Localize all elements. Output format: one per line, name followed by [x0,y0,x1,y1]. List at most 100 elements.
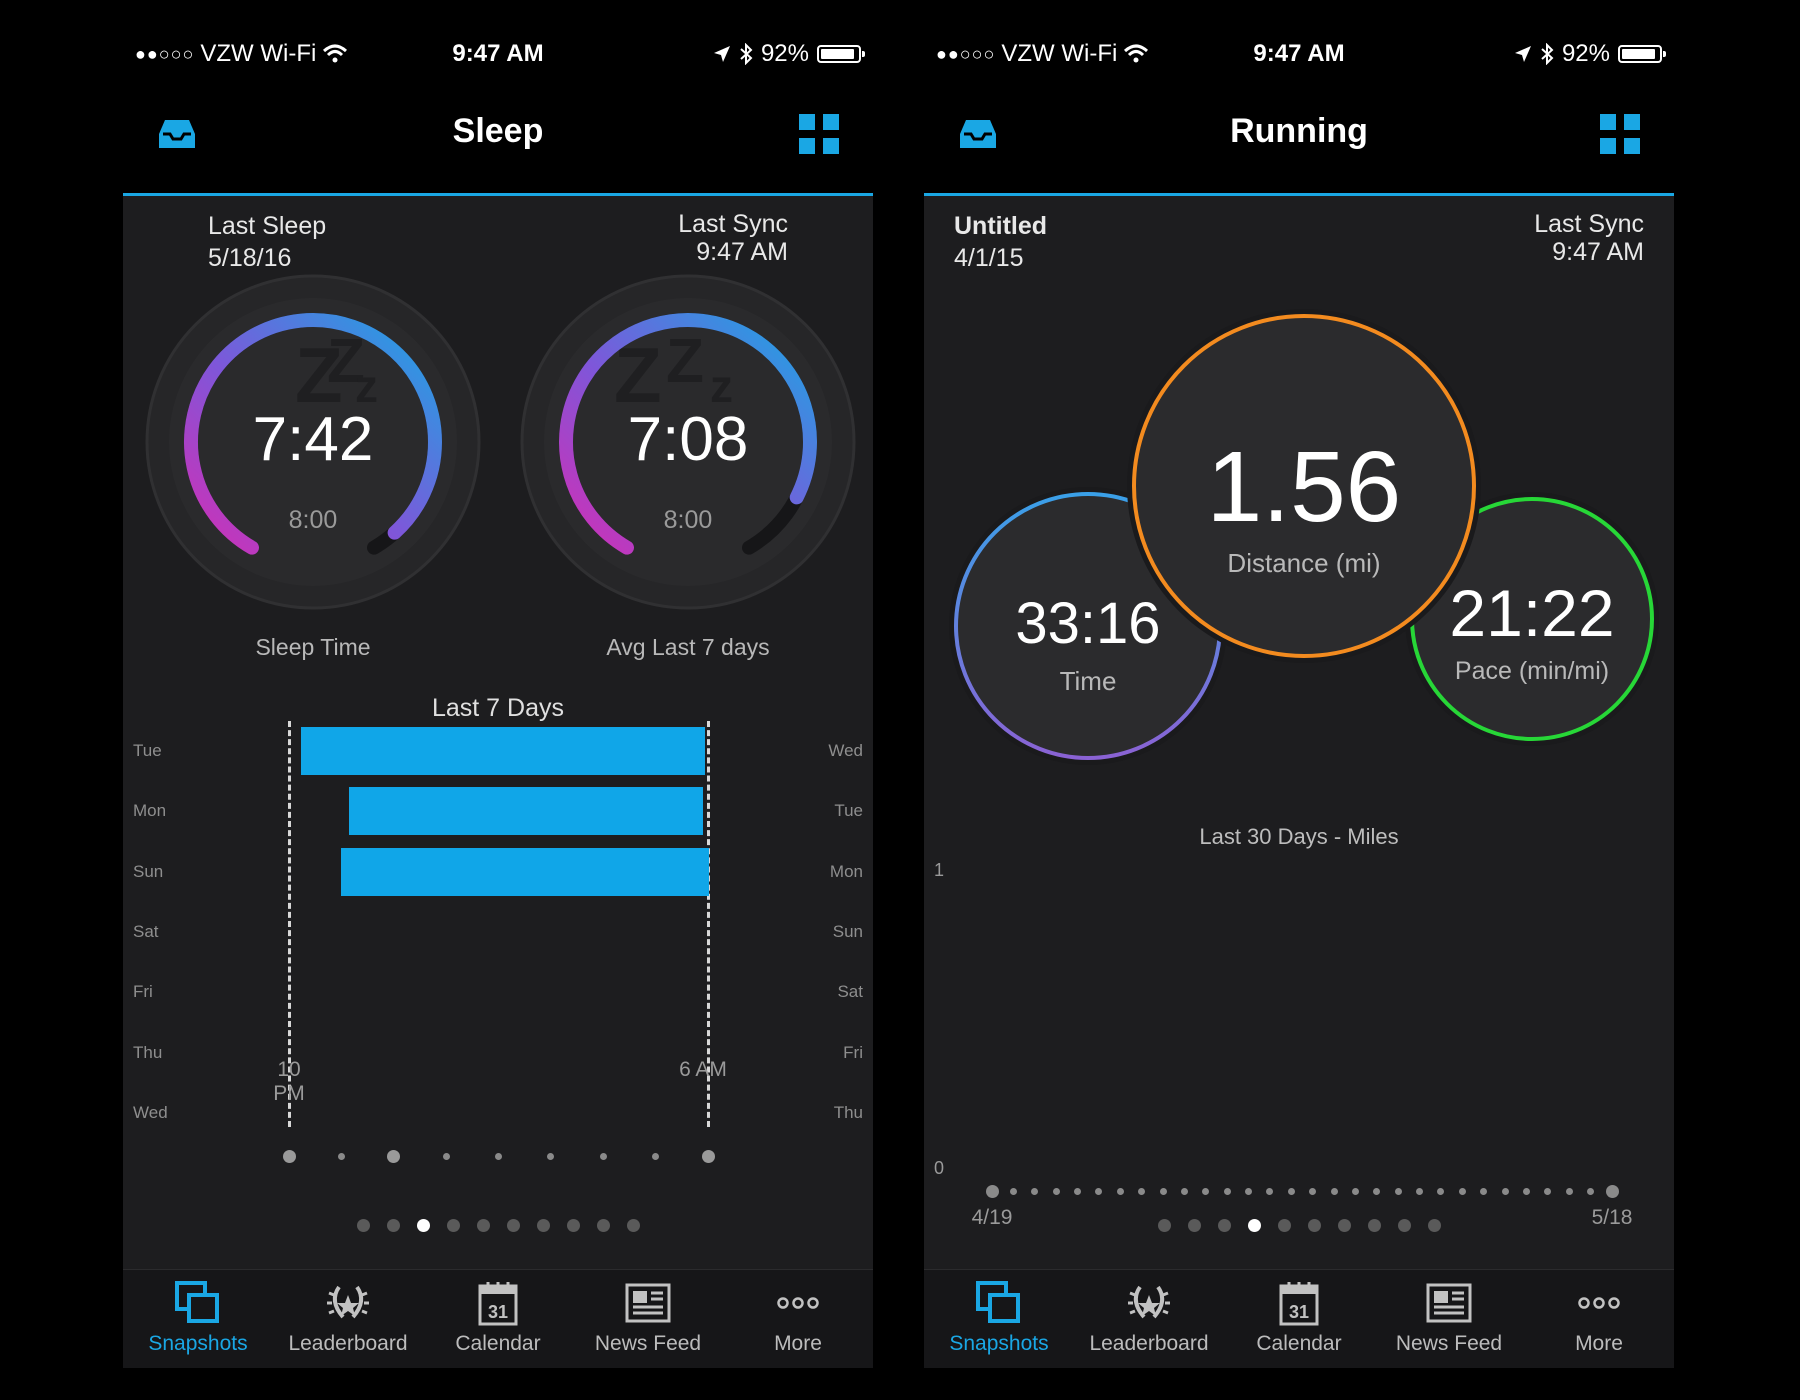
last-sync-time: 9:47 AM [1552,238,1644,266]
day-label-left: Sun [133,861,164,881]
leaderboard-icon [325,1282,371,1332]
tab-label: Calendar [1256,1332,1342,1355]
page-dot[interactable] [1307,1219,1321,1232]
miles-chart-title: Last 30 Days - Miles [1199,824,1399,849]
tab-snapshots[interactable]: Snapshots [924,1270,1074,1368]
hour-tick [442,1153,450,1161]
tab-more[interactable]: More [723,1270,873,1368]
tab-snapshots[interactable]: Snapshots [123,1270,273,1368]
page-dot[interactable] [1367,1219,1381,1232]
nav-bar: Running [924,74,1674,196]
avg-sleep-gauge[interactable]: Z Z z 7:08 8:00 [520,274,856,610]
page-dot[interactable] [1337,1219,1351,1232]
day-point [1309,1187,1317,1195]
page-dot[interactable] [476,1219,490,1232]
sleep-chart[interactable]: Tue Mon Sun Sat Fri Thu Wed Wed Tue Mon Sun Sat Fri… [123,721,873,1164]
day-point [1180,1187,1188,1195]
tab-calendar[interactable]: 31 Calendar [1224,1270,1374,1368]
tab-label: More [774,1332,822,1355]
page-dot[interactable] [1247,1219,1261,1232]
page-dot[interactable] [626,1219,640,1232]
day-point [1266,1187,1274,1195]
tab-label: Leaderboard [1089,1332,1209,1355]
tab-news-feed[interactable]: News Feed [573,1270,723,1368]
page-title: Running [1230,112,1368,150]
miles-chart[interactable] [982,1181,1642,1201]
page-dot[interactable] [1187,1219,1201,1232]
running-content: Untitled 4/1/15 Last Sync 9:47 AM 33:16 … [924,196,1674,1270]
day-point [1223,1187,1231,1195]
tab-news-feed[interactable]: News Feed [1374,1270,1524,1368]
tab-label: Calendar [455,1332,541,1355]
tab-label: Snapshots [949,1332,1049,1355]
page-dot[interactable] [1157,1219,1171,1232]
last-sleep-date: 5/18/16 [208,244,292,272]
tab-more[interactable]: More [1524,1270,1674,1368]
sleep-bars-area [282,721,715,1164]
page-dot[interactable] [1397,1219,1411,1232]
page-dot[interactable] [416,1219,430,1232]
sleep-bar[interactable] [300,727,705,775]
day-point [1587,1187,1595,1195]
svg-text:Z: Z [666,327,704,396]
day-label-right: Tue [834,801,863,821]
page-dot[interactable] [446,1219,460,1232]
x-axis-end: 6 AM [679,1058,727,1081]
snapshots-icon [976,1281,1022,1332]
tab-label: Leaderboard [288,1332,408,1355]
grid-icon[interactable] [799,114,839,154]
sleep-chart-title: Last 7 Days [431,694,564,722]
sleep-bar[interactable] [349,787,703,836]
last-sleep: Last Sleep 5/18/16 [208,210,326,274]
day-point [1202,1187,1210,1195]
page-dot[interactable] [566,1219,580,1232]
page-dot[interactable] [1427,1219,1441,1232]
sleep-screen: ●●○○○ VZW Wi-Fi 9:47 AM 92% Sleep Last S… [123,34,873,1368]
battery-icon [1618,45,1666,63]
calendar-icon: 31 [1279,1282,1319,1332]
day-point [1138,1187,1146,1195]
sleep-content: Last Sleep 5/18/16 Last Sync 9:47 AM Z Z… [123,196,873,1270]
tab-leaderboard[interactable]: Leaderboard [273,1270,423,1368]
page-dot[interactable] [356,1219,370,1232]
page-dot[interactable] [596,1219,610,1232]
page-dot[interactable] [1217,1219,1231,1232]
leaderboard-icon [1126,1282,1172,1332]
sleep-time-gauge[interactable]: Z Z z 7:42 8:00 [145,274,481,610]
page-dot[interactable] [386,1219,400,1232]
day-label-right: Sun [832,921,863,941]
day-point [1605,1184,1619,1198]
page-indicator[interactable] [123,1219,873,1232]
tab-calendar[interactable]: 31 Calendar [423,1270,573,1368]
running-screen: ●●○○○ VZW Wi-Fi 9:47 AM 92% Running Unti… [924,34,1674,1368]
tab-leaderboard[interactable]: Leaderboard [1074,1270,1224,1368]
x-axis-start: 10 PM [273,1058,305,1105]
page-dot[interactable] [1277,1219,1291,1232]
day-label-right: Fri [843,1042,863,1062]
day-point [1095,1187,1103,1195]
day-point [1544,1187,1552,1195]
status-right: 92% [1514,40,1666,68]
page-dot[interactable] [506,1219,520,1232]
time-label: Time [1059,666,1117,696]
page-title: Sleep [452,112,544,150]
distance-stat[interactable]: 1.56 Distance (mi) [1126,308,1482,664]
last-sync-label: Last Sync [1534,210,1644,238]
sleep-bar[interactable] [340,847,709,896]
grid-icon[interactable] [1600,114,1640,154]
page-indicator[interactable] [924,1219,1674,1232]
hour-tick [599,1153,607,1161]
y-axis-max: 1 [934,860,945,880]
day-point [1074,1187,1082,1195]
tab-label: More [1575,1332,1623,1355]
bluetooth-icon [1541,43,1554,65]
day-point [1351,1187,1359,1195]
bluetooth-icon [740,43,753,65]
status-bar: ●●○○○ VZW Wi-Fi 9:47 AM 92% [924,34,1674,74]
day-label-right: Sat [837,982,863,1002]
status-right: 92% [713,40,865,68]
page-dot[interactable] [536,1219,550,1232]
day-point [1330,1187,1338,1195]
news-feed-icon [1426,1282,1472,1332]
tab-bar: Snapshots Leaderboard 31 Calendar News Feed M… [123,1269,873,1368]
